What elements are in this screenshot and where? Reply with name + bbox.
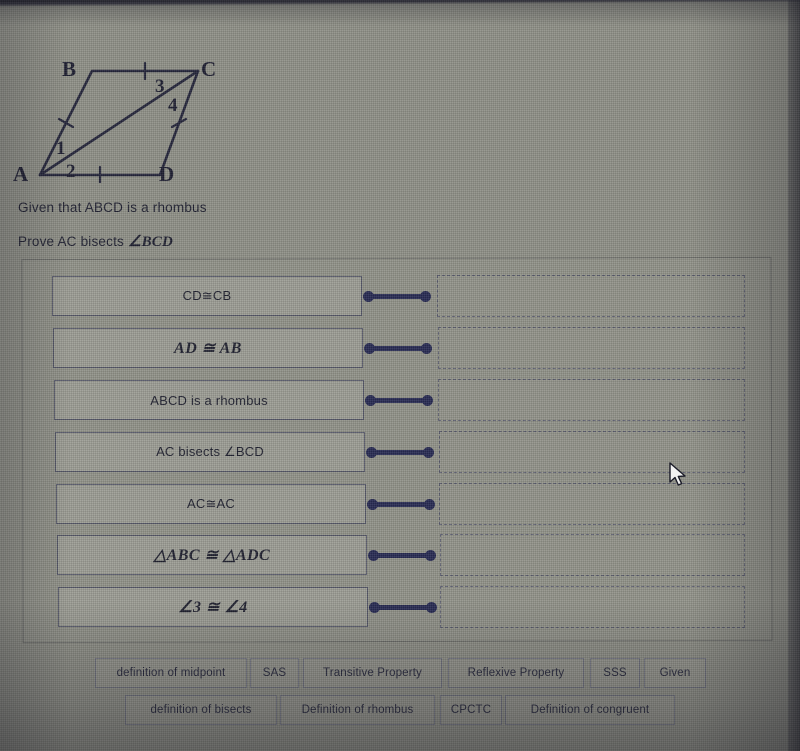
proof-reason-dropzone[interactable] — [439, 483, 745, 525]
proof-statement-box[interactable]: AD ≅ AB — [53, 328, 363, 368]
connector-endpoint-left — [367, 499, 378, 510]
connector-bar — [369, 398, 429, 403]
proof-statement-box[interactable]: AC bisects ∠BCD — [55, 432, 365, 472]
vertex-label-a: A — [13, 162, 29, 183]
connector-endpoint-left — [368, 550, 379, 561]
answer-chip[interactable]: definition of bisects — [125, 695, 277, 725]
mouse-pointer-icon — [668, 462, 688, 493]
connector-bar — [372, 553, 432, 558]
connector-endpoint-right — [423, 447, 434, 458]
proof-statement-box[interactable]: △ABC ≅ △ADC — [57, 535, 367, 575]
screen-bezel-right — [788, 0, 800, 751]
answer-bank-row-2: definition of bisects Definition of rhomb… — [0, 695, 800, 729]
prove-statement: Prove AC bisects ∠BCD — [18, 232, 173, 251]
connector-endpoint-left — [366, 447, 377, 458]
proof-connector — [363, 290, 431, 302]
answer-chip[interactable]: Definition of congruent — [505, 695, 675, 725]
vertex-label-b: B — [62, 57, 76, 81]
proof-row: △ABC ≅ △ADC — [0, 534, 800, 585]
proof-row: ∠3 ≅ ∠4 — [0, 586, 800, 637]
connector-endpoint-right — [425, 550, 436, 561]
proof-reason-dropzone[interactable] — [439, 431, 745, 473]
proof-reason-dropzone[interactable] — [437, 275, 745, 317]
proof-row: AD ≅ AB — [0, 327, 800, 378]
proof-statement-box[interactable]: ABCD is a rhombus — [54, 380, 364, 420]
answer-chip[interactable]: Reflexive Property — [448, 658, 584, 688]
screen-bezel-top — [0, 0, 800, 7]
proof-reason-dropzone[interactable] — [440, 586, 745, 628]
answer-chip[interactable]: Given — [644, 658, 706, 688]
connector-endpoint-left — [364, 343, 375, 354]
proof-reason-dropzone[interactable] — [440, 534, 745, 576]
screenshot-root: B C A D 1 2 3 4 Given that ABCD is a rho… — [0, 0, 800, 751]
proof-reason-dropzone[interactable] — [438, 379, 745, 421]
prove-text: Prove AC bisects — [18, 234, 128, 249]
vertex-label-d: D — [159, 162, 174, 183]
geometry-figure: B C A D 1 2 3 4 — [0, 18, 240, 186]
prove-angle-math: ∠BCD — [127, 234, 174, 250]
connector-endpoint-left — [369, 602, 380, 613]
connector-endpoint-right — [424, 499, 435, 510]
proof-reason-dropzone[interactable] — [438, 327, 745, 369]
connector-bar — [371, 502, 431, 507]
answer-chip[interactable]: Definition of rhombus — [280, 695, 435, 725]
answer-chip[interactable]: SSS — [590, 658, 640, 688]
proof-statement-box[interactable]: AC≅AC — [56, 484, 366, 524]
proof-connector — [364, 342, 432, 354]
proof-connector — [367, 498, 435, 510]
proof-statement-box[interactable]: CD≅CB — [52, 276, 362, 316]
angle-label-1: 1 — [56, 138, 66, 159]
proof-connector — [365, 394, 433, 406]
answer-chip[interactable]: Transitive Property — [303, 658, 442, 688]
connector-bar — [368, 346, 428, 351]
answer-chip[interactable]: CPCTC — [440, 695, 502, 725]
answer-chip[interactable]: definition of midpoint — [95, 658, 247, 688]
proof-connector — [369, 601, 437, 613]
answer-chip[interactable]: SAS — [250, 658, 299, 688]
connector-bar — [370, 450, 430, 455]
given-text: Given that ABCD is a rhombus — [18, 200, 207, 215]
connector-endpoint-right — [422, 395, 433, 406]
proof-connector — [368, 549, 436, 561]
connector-endpoint-left — [365, 395, 376, 406]
connector-bar — [367, 294, 427, 299]
connector-endpoint-left — [363, 291, 374, 302]
answer-bank-row-1: definition of midpoint SAS Transitive Prop… — [0, 658, 800, 692]
given-statement: Given that ABCD is a rhombus — [18, 200, 207, 215]
proof-statement-box[interactable]: ∠3 ≅ ∠4 — [58, 587, 368, 627]
connector-endpoint-right — [426, 602, 437, 613]
proof-rows: CD≅CB AD ≅ AB ABCD is a rhombus AC bisects … — [0, 258, 800, 640]
angle-label-3: 3 — [155, 76, 165, 97]
proof-row: ABCD is a rhombus — [0, 379, 800, 430]
angle-label-4: 4 — [168, 95, 178, 116]
vertex-label-c: C — [201, 57, 216, 81]
connector-endpoint-right — [420, 291, 431, 302]
proof-row: CD≅CB — [0, 275, 800, 326]
connector-bar — [373, 605, 433, 610]
angle-label-2: 2 — [66, 161, 76, 182]
connector-endpoint-right — [421, 343, 432, 354]
proof-connector — [366, 446, 434, 458]
